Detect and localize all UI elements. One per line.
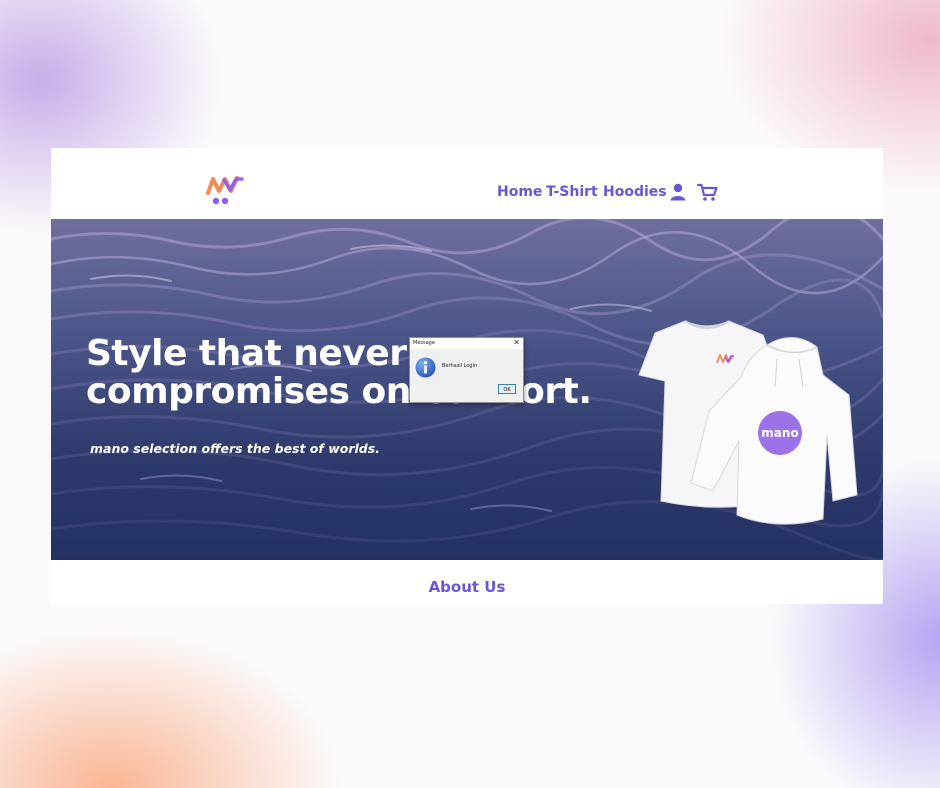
hero-tagline: mano selection offers the best of worlds… — [90, 441, 380, 456]
nav-link-hoodies[interactable]: Hoodies — [603, 184, 667, 200]
hoodie-print-text: mano — [761, 426, 798, 440]
mano-logo-icon[interactable] — [204, 173, 246, 207]
ok-button[interactable]: OK — [498, 384, 516, 394]
dialog-titlebar[interactable]: Message ✕ — [410, 338, 523, 349]
nav-link-home[interactable]: Home — [497, 184, 542, 200]
dialog-message: Berhasil Login — [442, 363, 478, 369]
hero-headline-line1: Style that never — [86, 333, 407, 374]
about-section: About Us — [51, 560, 883, 604]
dialog-title: Message — [413, 340, 435, 346]
cart-icon[interactable] — [697, 183, 718, 202]
close-icon[interactable]: ✕ — [513, 338, 520, 347]
message-dialog[interactable]: Message ✕ Berhasil Login OK — [409, 337, 524, 403]
info-icon — [415, 357, 436, 378]
apparel-product-image: mano — [638, 320, 858, 525]
user-icon[interactable] — [670, 183, 686, 201]
about-us-heading: About Us — [428, 578, 506, 596]
top-navbar: Home T-Shirt Hoodies — [51, 148, 883, 219]
nav-link-tshirt[interactable]: T-Shirt — [546, 184, 598, 200]
